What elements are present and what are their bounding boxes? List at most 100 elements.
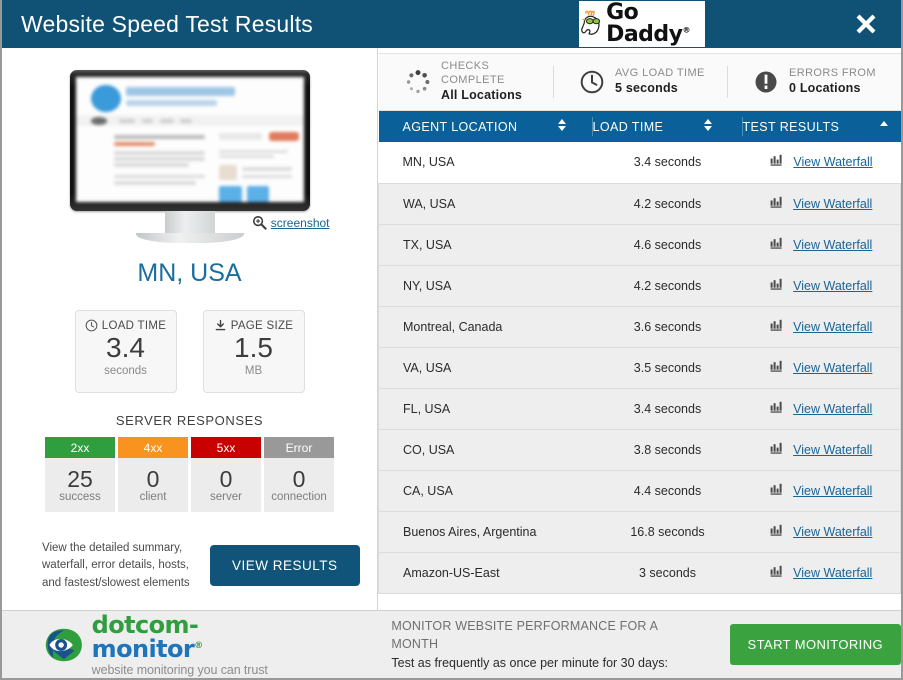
table-row[interactable]: MN, USA 3.4 seconds View Waterfall	[378, 142, 901, 184]
table-row[interactable]: CA, USA 4.4 seconds View Waterfall	[378, 469, 901, 512]
view-waterfall-link[interactable]: View Waterfall	[793, 155, 872, 169]
stat-avg-load-time: AVG LOAD TIME 5 seconds	[553, 54, 727, 110]
view-waterfall-link[interactable]: View Waterfall	[793, 320, 872, 334]
promo-line-2: Test as frequently as once per minute fo…	[391, 655, 668, 670]
view-waterfall-link[interactable]: View Waterfall	[793, 566, 872, 580]
bar-chart-icon	[770, 524, 784, 540]
cell-agent-location: TX, USA	[378, 223, 593, 266]
cell-load-time: 4.4 seconds	[592, 469, 743, 512]
cell-test-results: View Waterfall	[742, 264, 901, 307]
error-icon	[755, 71, 777, 93]
cell-load-time: 3.6 seconds	[592, 305, 743, 348]
server-response-error-code: Error	[264, 437, 334, 458]
metric-load-time: LOAD TIME 3.4 seconds	[74, 310, 177, 393]
site-thumbnail[interactable]	[75, 77, 304, 202]
dialog-body: screenshot MN, USA LOAD TIME 3.4 seconds	[2, 48, 901, 610]
cell-agent-location: MN, USA	[378, 142, 593, 184]
cell-load-time: 4.2 seconds	[592, 264, 743, 307]
download-icon	[215, 319, 226, 331]
logo-registered-mark: ®	[194, 640, 203, 651]
cell-load-time: 3.4 seconds	[592, 142, 743, 184]
cell-agent-location: CO, USA	[378, 428, 593, 471]
server-response-5xx: 5xx 0 server	[191, 437, 261, 512]
server-responses-title: SERVER RESPONSES	[115, 413, 264, 428]
table-row[interactable]: CO, USA 3.8 seconds View Waterfall	[378, 428, 901, 471]
column-header-load-time-label: LOAD TIME	[592, 119, 664, 134]
speed-test-results-dialog: Website Speed Test Results Go Daddy® scr…	[0, 0, 903, 680]
screenshot-link-row[interactable]: screenshot	[252, 215, 330, 230]
cell-test-results: View Waterfall	[742, 305, 901, 348]
cell-load-time: 4.2 seconds	[592, 182, 743, 225]
view-waterfall-link[interactable]: View Waterfall	[793, 197, 872, 211]
table-row[interactable]: WA, USA 4.2 seconds View Waterfall	[378, 182, 901, 225]
stat-checks-complete: CHECKS COMPLETE All Locations	[379, 54, 553, 110]
cell-load-time: 3 seconds	[592, 551, 743, 594]
server-response-4xx-code: 4xx	[118, 437, 188, 458]
table-row[interactable]: TX, USA 4.6 seconds View Waterfall	[378, 223, 901, 266]
view-waterfall-link[interactable]: View Waterfall	[793, 525, 872, 539]
table-header-row: AGENT LOCATION LOAD TIME TEST RESULTS	[378, 111, 901, 142]
view-waterfall-link[interactable]: View Waterfall	[793, 443, 872, 457]
sort-both-icon[interactable]	[703, 118, 713, 135]
start-monitoring-button[interactable]: START MONITORING	[729, 624, 901, 665]
sort-both-icon[interactable]	[557, 118, 567, 135]
view-waterfall-link[interactable]: View Waterfall	[793, 361, 872, 375]
stat-errors-from-value: 0 Locations	[789, 81, 861, 96]
go-daddy-wordmark: Go Daddy®	[606, 1, 691, 47]
bar-chart-icon	[770, 565, 784, 581]
table-row[interactable]: Amazon-US-East 3 seconds View Waterfall	[378, 551, 901, 594]
stats-bar: CHECKS COMPLETE All Locations AVG LOAD T…	[379, 53, 901, 111]
bar-chart-icon	[770, 319, 784, 335]
table-row[interactable]: FL, USA 3.4 seconds View Waterfall	[378, 387, 901, 430]
server-response-2xx: 2xx 25 success	[45, 437, 115, 512]
server-response-error-count: 0	[292, 465, 306, 492]
cell-test-results: View Waterfall	[742, 142, 901, 184]
sort-asc-icon[interactable]	[879, 118, 889, 135]
column-header-test-results-label: TEST RESULTS	[742, 119, 840, 134]
cell-test-results: View Waterfall	[742, 469, 901, 512]
spinner-icon	[406, 70, 430, 93]
view-waterfall-link[interactable]: View Waterfall	[793, 484, 872, 498]
metric-page-size: PAGE SIZE 1.5 MB	[202, 310, 305, 393]
cell-load-time: 4.6 seconds	[592, 223, 743, 266]
column-header-agent-location[interactable]: AGENT LOCATION	[378, 111, 593, 142]
screenshot-preview: screenshot	[64, 70, 330, 243]
table-row[interactable]: NY, USA 4.2 seconds View Waterfall	[378, 264, 901, 307]
clock-icon	[580, 70, 604, 94]
page-title: Website Speed Test Results	[21, 10, 314, 37]
close-icon[interactable]	[853, 11, 879, 37]
stat-avg-load-time-value: 5 seconds	[615, 81, 678, 96]
locations-table-body: MN, USA 3.4 seconds View Waterfall WA, USA 4…	[378, 142, 901, 594]
clock-icon	[85, 319, 98, 332]
cell-agent-location: Amazon-US-East	[378, 551, 593, 594]
cell-agent-location: NY, USA	[378, 264, 593, 307]
screenshot-link[interactable]: screenshot	[271, 216, 330, 230]
cell-load-time: 3.5 seconds	[592, 346, 743, 389]
table-row[interactable]: Buenos Aires, Argentina 16.8 seconds View …	[378, 510, 901, 553]
view-waterfall-link[interactable]: View Waterfall	[793, 279, 872, 293]
view-results-button[interactable]: VIEW RESULTS	[210, 545, 360, 587]
stat-checks-complete-value: All Locations	[441, 87, 523, 102]
cell-agent-location: Buenos Aires, Argentina	[378, 510, 593, 553]
metric-boxes: LOAD TIME 3.4 seconds PAGE SIZE 1.5 MB	[2, 310, 377, 393]
server-response-4xx-label: client	[139, 491, 167, 504]
locations-panel: CHECKS COMPLETE All Locations AVG LOAD T…	[378, 48, 901, 610]
bar-chart-icon	[770, 442, 784, 458]
table-row[interactable]: VA, USA 3.5 seconds View Waterfall	[378, 346, 901, 389]
selected-location-title: MN, USA	[137, 259, 242, 287]
go-daddy-mascot-icon	[581, 10, 601, 35]
server-response-error-label: connection	[271, 491, 327, 504]
server-response-2xx-label: success	[59, 491, 101, 504]
view-waterfall-link[interactable]: View Waterfall	[793, 402, 872, 416]
promo-footer: dotcom-monitor® website monitoring you c…	[2, 610, 901, 678]
server-response-4xx: 4xx 0 client	[118, 437, 188, 512]
column-header-load-time[interactable]: LOAD TIME	[592, 111, 743, 142]
cell-agent-location: Montreal, Canada	[378, 305, 593, 348]
bar-chart-icon	[770, 483, 784, 499]
promo-text: MONITOR WEBSITE PERFORMANCE FOR A MONTH …	[391, 617, 705, 671]
table-row[interactable]: Montreal, Canada 3.6 seconds View Waterfal…	[378, 305, 901, 348]
column-header-test-results[interactable]: TEST RESULTS	[742, 111, 901, 142]
monitor-base	[135, 233, 244, 243]
view-waterfall-link[interactable]: View Waterfall	[793, 238, 872, 252]
cell-test-results: View Waterfall	[742, 387, 901, 430]
